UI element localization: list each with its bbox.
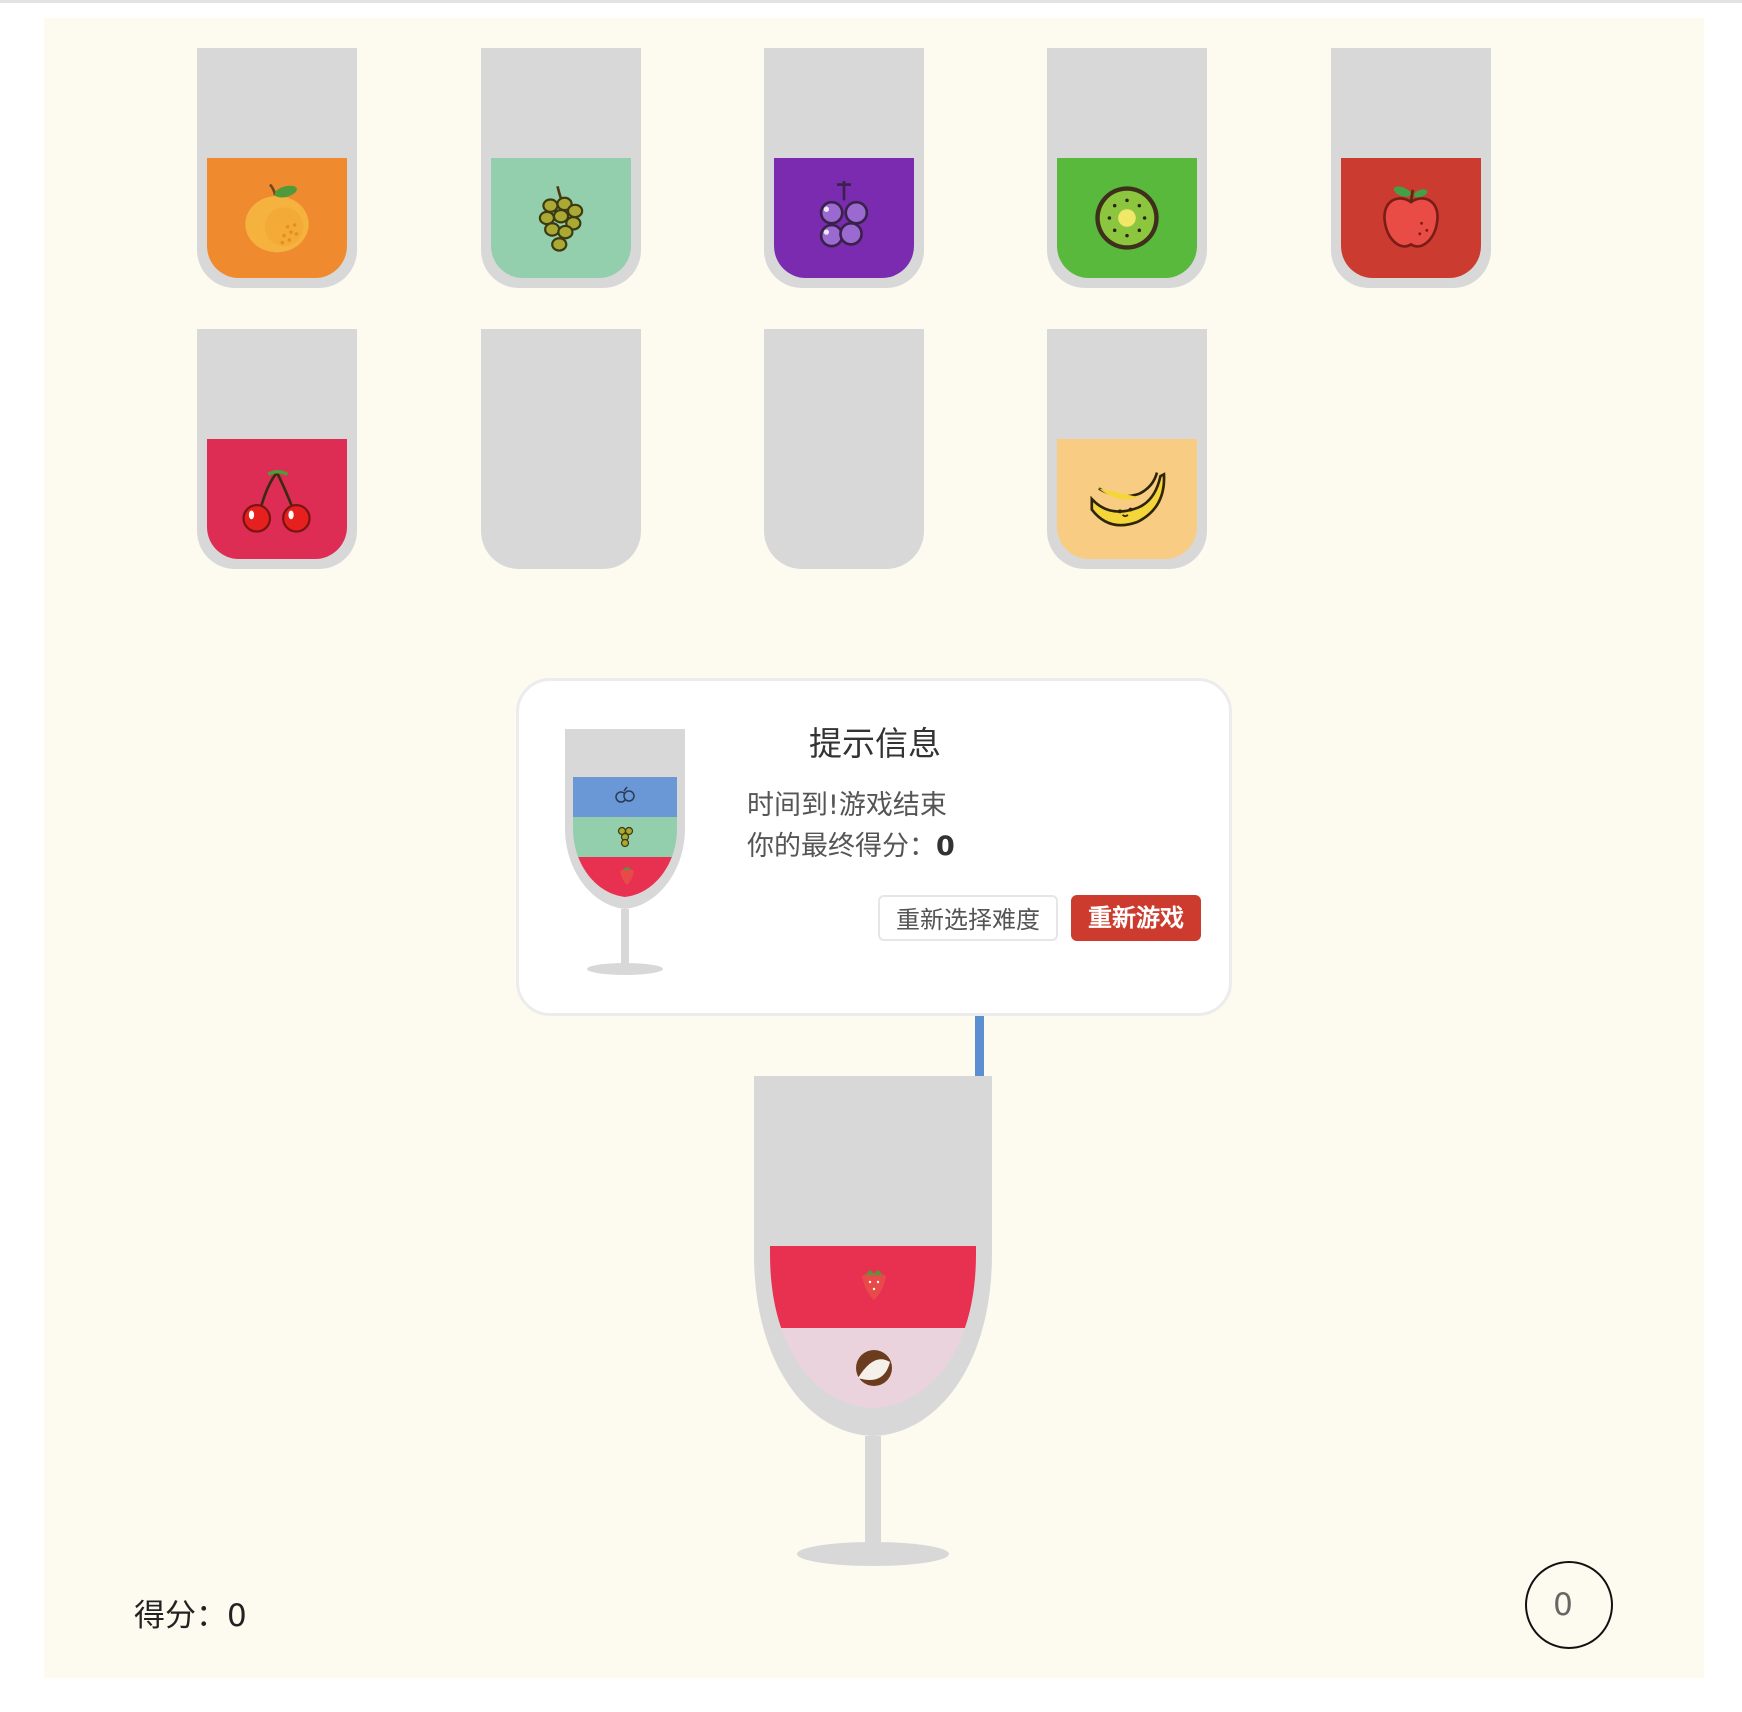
score-label: 得分： [134, 1598, 227, 1634]
score-display: 得分：0 [134, 1590, 247, 1635]
final-score-line: 你的最终得分：0 [747, 826, 955, 867]
juice-tube-kiwi[interactable] [1047, 48, 1207, 288]
kiwi-icon [1095, 186, 1159, 250]
orange-icon [245, 183, 309, 253]
cherry-icon [242, 469, 311, 533]
game-over-text: 时间到!游戏结束 [747, 790, 947, 821]
restart-game-button[interactable]: 重新游戏 [1071, 895, 1201, 941]
final-score-value: 0 [936, 831, 955, 862]
countdown-timer: 0 [1525, 1561, 1613, 1649]
juice-tube-apple[interactable] [1331, 48, 1491, 288]
coconut-icon [856, 1350, 892, 1386]
banana-icon [1090, 472, 1166, 527]
dialog-message: 时间到!游戏结束 你的最终得分：0 [747, 785, 955, 867]
final-score-label: 你的最终得分： [747, 831, 936, 862]
purple-grapes-icon [819, 181, 869, 248]
choose-difficulty-button[interactable]: 重新选择难度 [878, 895, 1058, 941]
top-divider [0, 0, 1742, 3]
score-value: 0 [227, 1598, 247, 1634]
juice-fill-cherry [207, 439, 347, 559]
juice-tube-empty-2[interactable] [764, 329, 924, 569]
apple-icon [1383, 186, 1439, 248]
juice-fill-apple [1341, 158, 1481, 278]
glass-straw [975, 1016, 984, 1078]
juice-tube-empty-1[interactable] [481, 329, 641, 569]
juice-fill-green-grapes [491, 158, 631, 278]
juice-tube-grapes[interactable] [764, 48, 924, 288]
juice-fill-kiwi [1057, 158, 1197, 278]
juice-tube-green-grapes[interactable] [481, 48, 641, 288]
juice-tube-cherry[interactable] [197, 329, 357, 569]
juice-fill-grapes [774, 158, 914, 278]
dialog-title: 提示信息 [809, 724, 941, 763]
juice-fill-orange [207, 158, 347, 278]
target-recipe-glass [565, 729, 685, 975]
juice-tube-banana[interactable] [1047, 329, 1207, 569]
game-over-dialog: 提示信息 时间到!游戏结束 你的最终得分：0 重新选择难度 重新游戏 [516, 678, 1232, 1016]
juice-fill-banana [1057, 439, 1197, 559]
green-grapes-icon [538, 185, 584, 252]
juice-tube-orange[interactable] [197, 48, 357, 288]
main-cocktail-glass[interactable] [752, 1074, 998, 1574]
